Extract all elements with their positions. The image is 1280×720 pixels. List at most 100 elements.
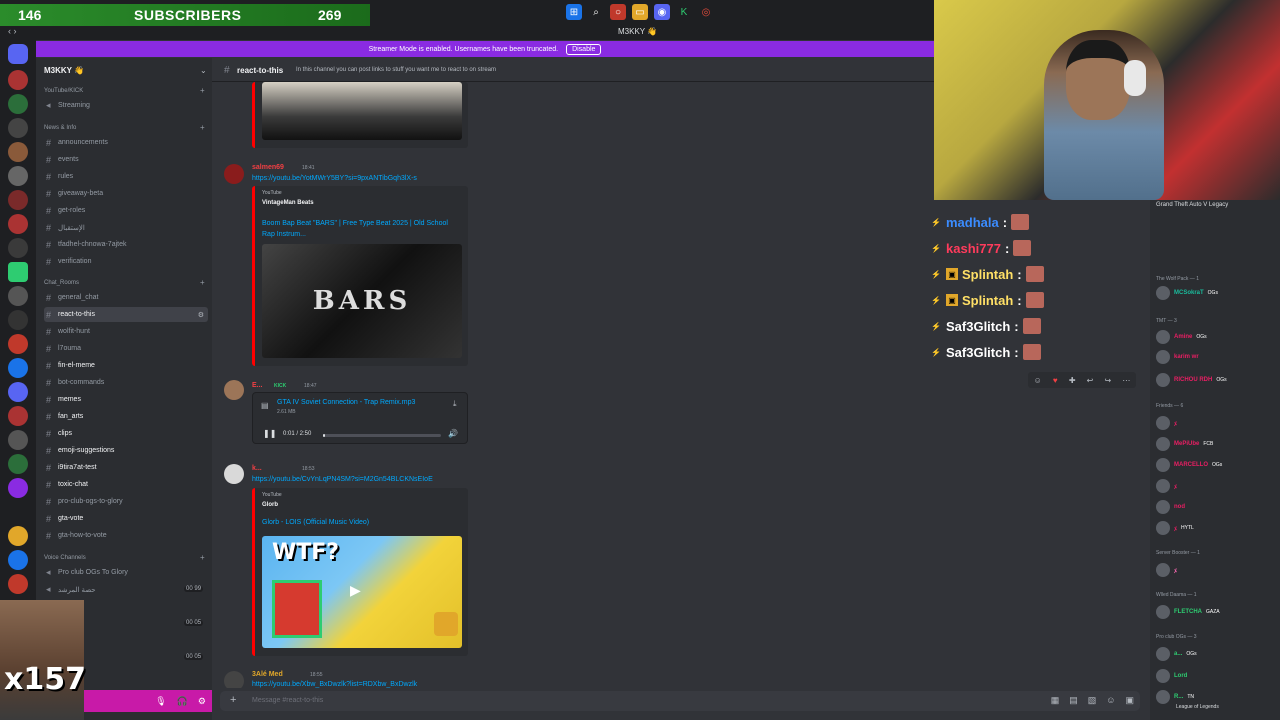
heart-icon[interactable]: ♥ — [1053, 376, 1058, 385]
message-link[interactable]: https://youtu.be/YotMWrY5BY?si=9pxANTibG… — [252, 175, 417, 182]
member[interactable]: nod — [1156, 500, 1185, 514]
channel-topic[interactable]: In this channel you can post links to st… — [296, 67, 496, 73]
channel-pro-club[interactable]: # pro-club-ogs-to-glory — [44, 494, 208, 509]
windows-icon[interactable]: ⊞ — [566, 4, 582, 20]
server-icon[interactable] — [8, 286, 28, 306]
server-icon[interactable] — [8, 70, 28, 90]
opera-icon[interactable]: ○ — [610, 4, 626, 20]
search-icon[interactable]: ⌕ — [588, 4, 604, 20]
add-channel-icon[interactable]: + — [200, 278, 205, 287]
video-thumbnail[interactable]: WTF? ▶ — [262, 536, 462, 648]
message-input[interactable]: Message #react-to-this — [252, 697, 323, 704]
chevron-down-icon[interactable]: ⌄ — [200, 66, 207, 75]
apps-icon[interactable]: ▣ — [1125, 695, 1134, 706]
pause-icon[interactable]: ❚❚ — [263, 429, 276, 438]
server-name[interactable]: M3KKY 👋 — [44, 66, 84, 75]
category-youtube-kick[interactable]: YouTube/KICK — [44, 88, 83, 94]
embed-title[interactable]: Boom Bap Beat "BARS" | Free Type Beat 20… — [262, 218, 462, 240]
member[interactable]: Lord — [1156, 669, 1187, 683]
add-attachment-icon[interactable]: + — [230, 694, 236, 706]
voice-channel-pro-club[interactable]: ◂ Pro club OGs To Glory — [44, 565, 208, 580]
volume-icon[interactable]: 🔊 — [448, 429, 458, 438]
server-icon[interactable] — [8, 574, 28, 594]
channel-toxic-chat[interactable]: # toxic-chat — [44, 477, 208, 492]
member[interactable]: R... TN — [1156, 690, 1194, 704]
add-channel-icon[interactable]: + — [200, 123, 205, 132]
channel-announcements[interactable]: # announcements — [44, 135, 208, 150]
reply-icon[interactable]: ↩ — [1087, 376, 1094, 385]
member[interactable]: MePiUbe FCB — [1156, 437, 1213, 451]
member[interactable]: a... OGs — [1156, 647, 1197, 661]
member[interactable]: Amine OGs — [1156, 330, 1207, 344]
channel-gta-how-to-vote[interactable]: # gta-how-to-vote — [44, 528, 208, 543]
emoji-icon[interactable]: ☺ — [1034, 376, 1042, 385]
embed-author[interactable]: VintageMan Beats — [262, 200, 314, 206]
channel-wolfit-hunt[interactable]: # wolfit-hunt — [44, 324, 208, 339]
channel-get-roles[interactable]: # get-roles — [44, 203, 208, 218]
record-icon[interactable]: ◎ — [698, 4, 714, 20]
server-icon[interactable] — [8, 94, 28, 114]
server-icon[interactable] — [8, 526, 28, 546]
play-icon[interactable]: ▶ — [350, 582, 361, 599]
message-link[interactable]: https://youtu.be/Xbw_BxDwzlk?list=RDXbw_… — [252, 681, 417, 688]
kick-icon[interactable]: K — [676, 4, 692, 20]
audio-filename[interactable]: GTA IV Soviet Connection - Trap Remix.mp… — [277, 399, 415, 406]
react-icon[interactable]: ✚ — [1069, 376, 1076, 385]
video-thumbnail[interactable] — [262, 82, 462, 140]
server-icon[interactable] — [8, 334, 28, 354]
message-author[interactable]: E... — [252, 382, 263, 389]
message-author[interactable]: k... — [252, 465, 262, 472]
member[interactable]: ﾒ HYTL — [1156, 521, 1194, 535]
embed-title[interactable]: Glorb - LOIS (Official Music Video) — [262, 517, 462, 528]
avatar[interactable] — [224, 380, 244, 400]
download-icon[interactable]: ⤓ — [453, 399, 457, 409]
emoji-icon[interactable]: ☺ — [1106, 695, 1115, 706]
category-chat-rooms[interactable]: Chat_Rooms — [44, 280, 79, 286]
channel-l7ouma[interactable]: # l7ouma — [44, 341, 208, 356]
server-icon[interactable] — [8, 550, 28, 570]
gear-icon[interactable]: ⚙ — [198, 311, 204, 319]
server-icon[interactable] — [8, 142, 28, 162]
add-channel-icon[interactable]: + — [200, 553, 205, 562]
member[interactable]: MCSokraT OGs — [1156, 286, 1218, 300]
channel-general-chat[interactable]: # general_chat — [44, 290, 208, 305]
channel-clips[interactable]: # clips — [44, 426, 208, 441]
channel-gta-vote[interactable]: # gta-vote — [44, 511, 208, 526]
settings-gear-icon[interactable]: ⚙ — [198, 696, 206, 707]
channel-giveaway-beta[interactable]: # giveaway-beta — [44, 186, 208, 201]
forward-icon[interactable]: ↪ — [1105, 376, 1112, 385]
channel-streaming[interactable]: ◂ Streaming — [44, 98, 208, 113]
server-icon[interactable] — [8, 214, 28, 234]
member[interactable]: RICHOU RDH OGs — [1156, 373, 1227, 387]
server-icon[interactable] — [8, 382, 28, 402]
message-composer[interactable]: + Message #react-to-this ▦ ▤ ▧ ☺ ▣ — [220, 691, 1140, 711]
video-thumbnail[interactable]: BARS — [262, 244, 462, 358]
avatar[interactable] — [224, 671, 244, 688]
server-icon[interactable] — [8, 118, 28, 138]
channel-bot-commands[interactable]: # bot-commands — [44, 375, 208, 390]
channel-welcome[interactable]: # الإستقبال — [44, 220, 208, 235]
server-icon[interactable] — [8, 430, 28, 450]
avatar[interactable] — [224, 164, 244, 184]
category-voice-channels[interactable]: Voice Channels — [44, 555, 86, 561]
kick-server-icon[interactable] — [8, 262, 28, 282]
sticker-icon[interactable]: ▧ — [1088, 695, 1097, 706]
channel-tfadhel[interactable]: # tfadhel-chnowa-7ajtek — [44, 237, 208, 252]
channel-fan-arts[interactable]: # fan_arts — [44, 409, 208, 424]
embed-source[interactable]: YouTube — [262, 190, 282, 196]
channel-react-to-this[interactable]: # react-to-this ⚙ — [44, 307, 208, 322]
server-icon[interactable] — [8, 166, 28, 186]
server-icon[interactable] — [8, 310, 28, 330]
member[interactable]: MARCELLO OGs — [1156, 458, 1222, 472]
embed-author[interactable]: Glorb — [262, 502, 278, 508]
channel-i9tira7at-test[interactable]: # i9tira7at-test — [44, 460, 208, 475]
channel-verification[interactable]: # verification — [44, 254, 208, 269]
more-icon[interactable]: ⋯ — [1122, 376, 1130, 385]
category-news-info[interactable]: News & Info — [44, 125, 76, 131]
headphones-icon[interactable]: 🎧 — [177, 696, 188, 707]
avatar[interactable] — [224, 464, 244, 484]
audio-progress-bar[interactable] — [323, 434, 441, 437]
message-author[interactable]: 3Alé Med — [252, 671, 283, 678]
channel-emoji-suggestions[interactable]: # emoji-suggestions — [44, 443, 208, 458]
channel-rules[interactable]: # rules — [44, 169, 208, 184]
